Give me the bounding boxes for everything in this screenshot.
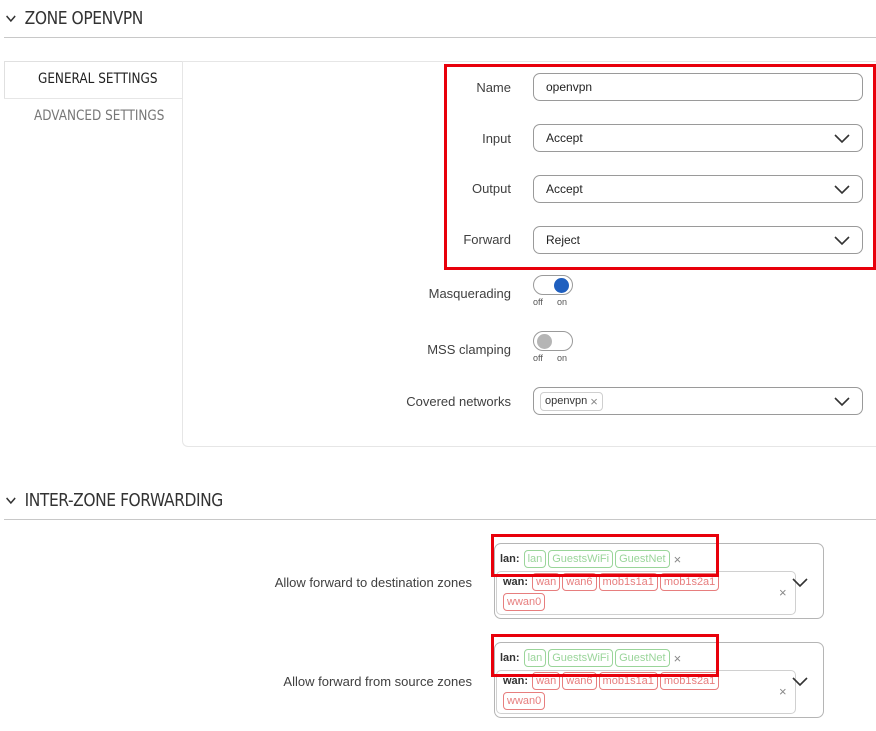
network-chip: openvpn × — [540, 391, 603, 411]
network-chip-label: openvpn — [545, 395, 588, 407]
name-label: Name — [476, 80, 511, 95]
zone-chip: mob1s2a1 — [659, 573, 720, 591]
input-select[interactable]: Accept — [533, 124, 863, 152]
toggle-off-caption: off — [533, 297, 543, 307]
destination-lan-group: lan: lan GuestsWiFi GuestNet × — [500, 549, 681, 569]
zone-chip: wwan0 — [503, 692, 546, 710]
zone-chip: wan6 — [562, 672, 597, 690]
divider — [4, 519, 876, 520]
masquerading-toggle[interactable] — [533, 275, 573, 295]
close-icon[interactable]: × — [779, 684, 787, 699]
tab-advanced-settings[interactable]: ADVANCED SETTINGS — [34, 108, 164, 124]
chevron-down-icon — [834, 185, 850, 195]
output-label: Output — [471, 181, 511, 196]
divider — [4, 37, 876, 38]
input-label: Input — [482, 131, 511, 146]
chevron-down-icon — [6, 496, 16, 504]
source-wan-group: wan: wan wan6 mob1s1a1 mob1s2a1 wwan0 — [503, 672, 763, 710]
mss-clamping-toggle[interactable] — [533, 331, 573, 351]
zone-chip: GuestsWiFi — [548, 649, 614, 667]
masquerading-label: Masquerading — [428, 286, 511, 301]
output-value: Accept — [546, 182, 583, 196]
zone-section-header[interactable]: ZONE OPENVPN — [4, 8, 143, 29]
zone-chip: mob1s2a1 — [659, 672, 720, 690]
close-icon[interactable]: × — [674, 651, 682, 666]
name-input[interactable]: openvpn — [533, 73, 863, 101]
destination-wan-group: wan: wan wan6 mob1s1a1 mob1s2a1 wwan0 — [503, 573, 763, 611]
zone-chip: lan — [523, 550, 547, 568]
tab-general-settings[interactable]: GENERAL SETTINGS — [38, 71, 157, 87]
toggle-on-caption: on — [557, 297, 568, 307]
output-select[interactable]: Accept — [533, 175, 863, 203]
chevron-down-icon — [834, 134, 850, 144]
mss-clamping-label: MSS clamping — [427, 342, 511, 357]
forwarding-section-header[interactable]: INTER-ZONE FORWARDING — [4, 490, 223, 511]
group-label: wan: — [503, 576, 529, 588]
close-icon[interactable]: × — [779, 585, 787, 600]
zone-chip: wwan0 — [503, 593, 546, 611]
group-label: lan: — [500, 553, 520, 565]
zone-chip: lan — [523, 649, 547, 667]
forward-label: Forward — [463, 232, 511, 247]
zone-chip: GuestsWiFi — [548, 550, 614, 568]
covered-networks-select[interactable]: openvpn × — [533, 387, 863, 415]
name-value: openvpn — [546, 80, 593, 94]
toggle-knob — [554, 278, 569, 293]
zone-title: ZONE OPENVPN — [24, 8, 144, 29]
forward-select[interactable]: Reject — [533, 226, 863, 254]
group-label: wan: — [503, 675, 529, 687]
source-lan-group: lan: lan GuestsWiFi GuestNet × — [500, 648, 681, 668]
zone-chip: mob1s1a1 — [598, 672, 658, 690]
tab-divider — [4, 98, 182, 99]
close-icon[interactable]: × — [674, 552, 682, 567]
chevron-down-icon — [834, 236, 850, 246]
close-icon[interactable]: × — [590, 394, 598, 409]
toggle-on-caption: on — [557, 353, 568, 363]
zone-chip: mob1s1a1 — [598, 573, 658, 591]
forward-value: Reject — [546, 233, 581, 247]
group-label: lan: — [500, 652, 520, 664]
chevron-down-icon[interactable] — [792, 675, 808, 687]
toggle-off-caption: off — [533, 353, 543, 363]
chevron-down-icon — [6, 14, 16, 22]
zone-chip: GuestNet — [615, 550, 670, 568]
zone-chip: wan6 — [562, 573, 597, 591]
chevron-down-icon — [834, 397, 850, 407]
input-value: Accept — [546, 131, 583, 145]
chevron-down-icon[interactable] — [792, 576, 808, 588]
zone-chip: wan — [532, 573, 561, 591]
toggle-knob — [537, 334, 552, 349]
destination-zones-label: Allow forward to destination zones — [274, 575, 472, 590]
zone-chip: wan — [532, 672, 561, 690]
zone-chip: GuestNet — [615, 649, 670, 667]
covered-networks-label: Covered networks — [406, 394, 511, 409]
source-zones-label: Allow forward from source zones — [283, 674, 472, 689]
forwarding-title: INTER-ZONE FORWARDING — [24, 490, 224, 511]
